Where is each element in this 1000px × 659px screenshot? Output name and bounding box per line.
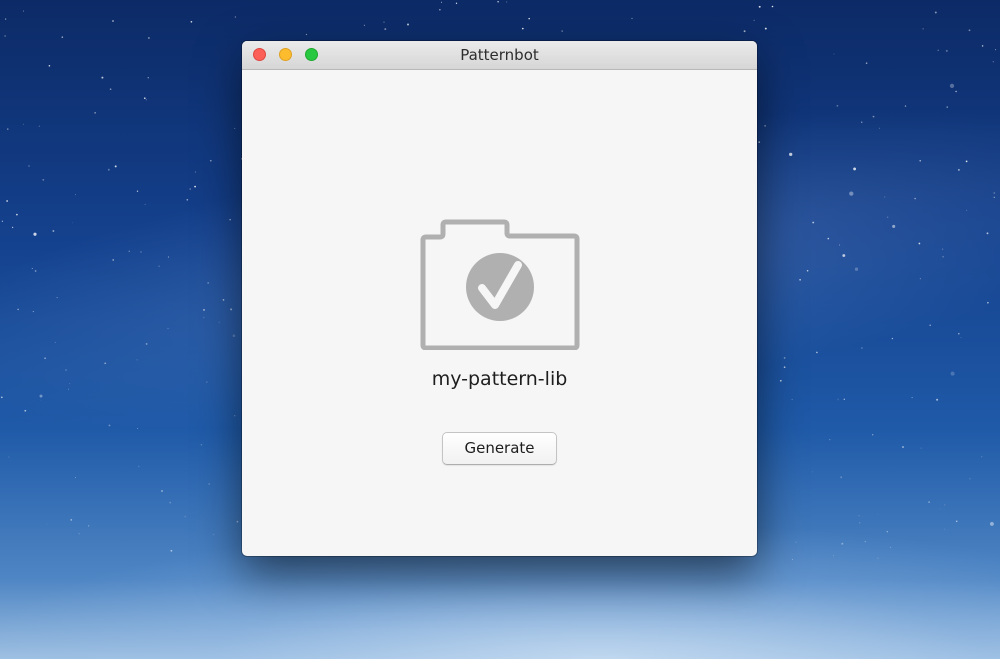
window-content: my-pattern-lib Generate (242, 70, 757, 556)
folder-name-label: my-pattern-lib (431, 368, 568, 390)
app-window: Patternbot my-pattern-lib Generate (242, 41, 757, 556)
window-title: Patternbot (460, 46, 539, 64)
folder-check-icon (420, 219, 580, 350)
window-titlebar[interactable]: Patternbot (242, 41, 757, 70)
generate-button[interactable]: Generate (442, 432, 557, 465)
